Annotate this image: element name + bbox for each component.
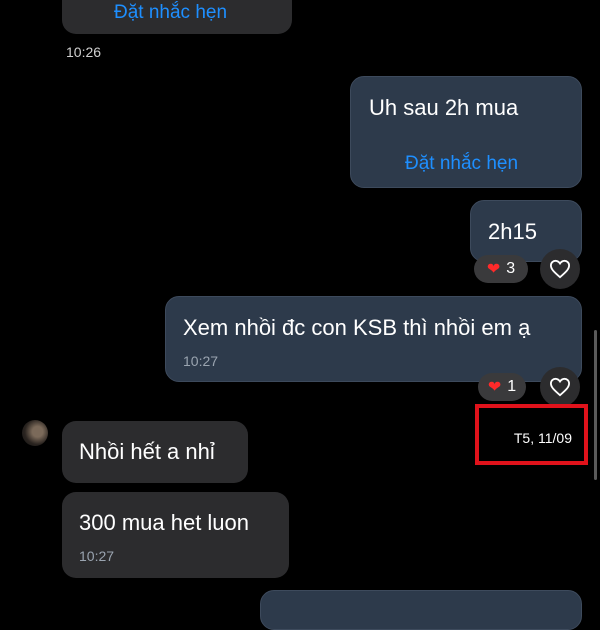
message-bubble-outgoing[interactable]: Xem nhồi đc con KSB thì nhồi em ạ 10:27 bbox=[165, 296, 582, 382]
date-separator: T5, 11/09 bbox=[475, 404, 588, 465]
message-bubble-incoming[interactable]: Đặt nhắc hẹn bbox=[62, 0, 292, 34]
reaction-pill[interactable]: ❤ 3 bbox=[474, 255, 528, 283]
message-time: 10:27 bbox=[79, 548, 115, 564]
message-bubble-incoming[interactable]: 300 mua het luon 10:27 bbox=[62, 492, 289, 578]
scrollbar[interactable] bbox=[594, 330, 597, 480]
red-heart-icon: ❤ bbox=[486, 261, 501, 278]
message-time: 10:27 bbox=[183, 353, 219, 369]
react-button[interactable] bbox=[540, 249, 580, 289]
reaction-count: 3 bbox=[506, 260, 516, 277]
set-reminder-link[interactable]: Đặt nhắc hẹn bbox=[405, 153, 518, 175]
reaction-pill[interactable]: ❤ 1 bbox=[478, 373, 526, 401]
avatar[interactable] bbox=[22, 420, 48, 446]
heart-outline-icon bbox=[549, 377, 571, 397]
message-bubble-outgoing[interactable] bbox=[260, 590, 582, 630]
red-heart-icon: ❤ bbox=[487, 379, 502, 396]
message-text: 300 mua het luon bbox=[79, 510, 250, 535]
reaction-count: 1 bbox=[507, 378, 517, 395]
message-bubble-outgoing[interactable]: Uh sau 2h mua Đặt nhắc hẹn bbox=[350, 76, 582, 188]
message-text: Xem nhồi đc con KSB thì nhồi em ạ bbox=[183, 315, 531, 340]
message-text: 2h15 bbox=[488, 219, 537, 244]
date-separator-text: T5, 11/09 bbox=[513, 430, 572, 446]
set-reminder-link[interactable]: Đặt nhắc hẹn bbox=[114, 2, 227, 24]
message-bubble-incoming[interactable]: Nhồi hết a nhỉ bbox=[62, 421, 248, 483]
message-time: 10:26 bbox=[66, 44, 102, 60]
message-text: Nhồi hết a nhỉ bbox=[79, 439, 215, 464]
message-text: Uh sau 2h mua bbox=[369, 95, 519, 120]
heart-outline-icon bbox=[549, 259, 571, 279]
react-button[interactable] bbox=[540, 367, 580, 407]
